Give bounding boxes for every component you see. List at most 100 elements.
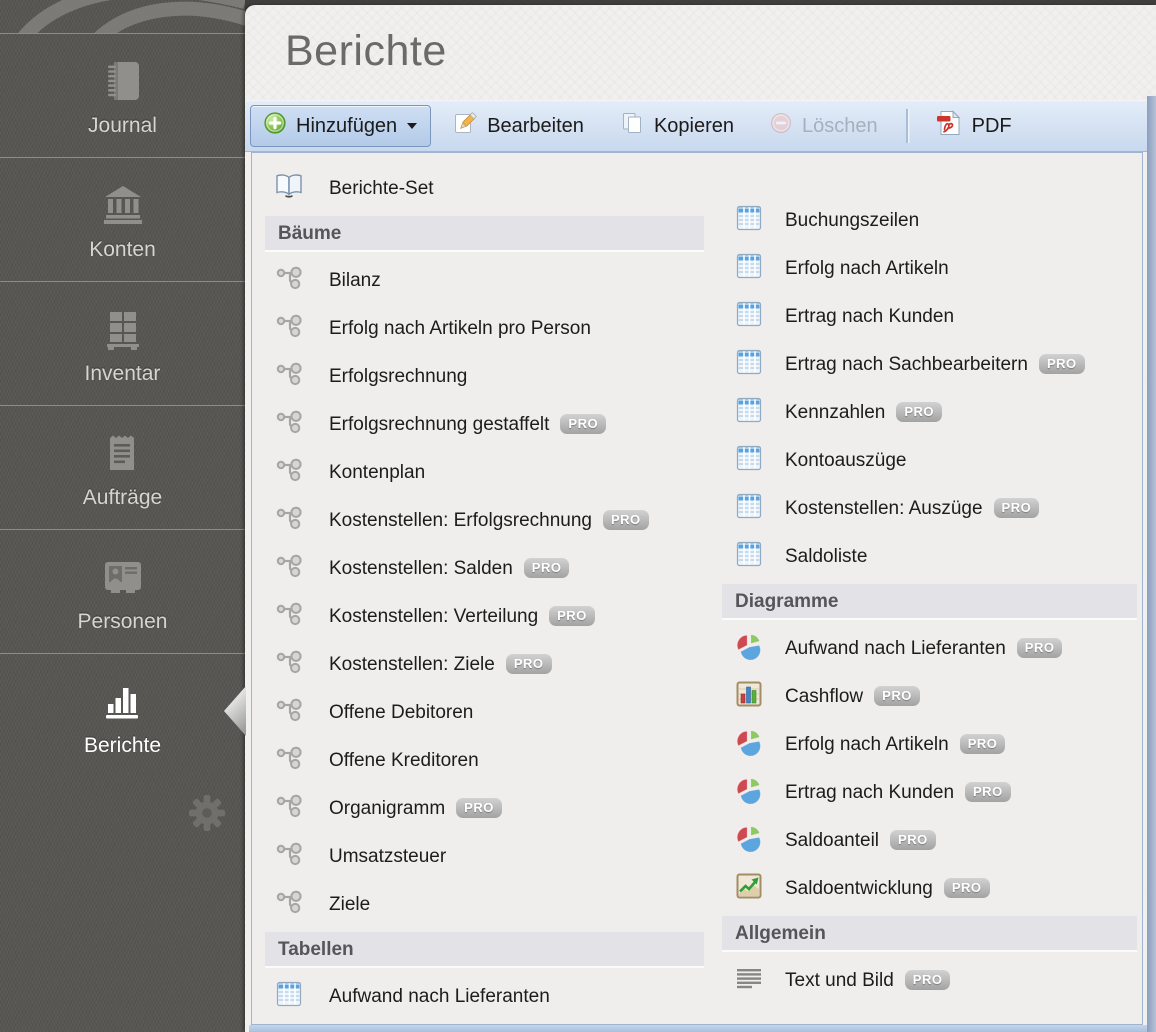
pro-badge: PRO bbox=[874, 686, 920, 706]
tree-icon bbox=[275, 265, 303, 297]
tree-icon bbox=[275, 649, 303, 681]
hinzufugen-button[interactable]: Hinzufügen bbox=[250, 105, 431, 147]
menu-column-right: Buchungszeilen Erfolg nach Artikeln Ertrag… bbox=[710, 153, 1142, 1024]
menu-item-cashflow[interactable]: CashflowPRO bbox=[710, 673, 1142, 721]
pdf-icon bbox=[936, 110, 962, 142]
menu-item-label: Ertrag nach Kunden bbox=[785, 782, 954, 804]
menu-item-text-und-bild[interactable]: Text und BildPRO bbox=[710, 957, 1142, 1005]
menu-item-berichte-set[interactable]: Berichte-Set bbox=[252, 165, 710, 213]
menu-item-offene-kreditoren[interactable]: Offene Kreditoren bbox=[252, 737, 710, 785]
sidebar-item-label: Journal bbox=[88, 114, 157, 138]
section-header-diagramme: Diagramme bbox=[722, 584, 1137, 620]
menu-item-ertrag-nach-kunden[interactable]: Ertrag nach Kunden PRO bbox=[710, 769, 1142, 817]
menu-item-ertrag-nach-sachbearbeitern[interactable]: Ertrag nach Sachbearbeitern PRO bbox=[710, 341, 1142, 389]
toolbar: Hinzufügen Bearbeiten Kopieren Löschen PDF bbox=[245, 100, 1156, 152]
tree-icon bbox=[275, 601, 303, 633]
menu-item-saldoliste[interactable]: Saldoliste bbox=[710, 533, 1142, 581]
sidebar-item-personen[interactable]: Personen bbox=[0, 529, 245, 653]
bearbeiten-button[interactable]: Bearbeiten bbox=[439, 105, 598, 147]
menu-item-kostenstellen-verteilung[interactable]: Kostenstellen: VerteilungPRO bbox=[252, 593, 710, 641]
pro-badge: PRO bbox=[965, 782, 1011, 802]
menu-item-label: Kostenstellen: Auszüge bbox=[785, 498, 983, 520]
menu-item-label: Kontoauszüge bbox=[785, 450, 907, 472]
book-icon bbox=[274, 173, 304, 205]
menu-item-label: Erfolg nach Artikeln bbox=[785, 258, 949, 280]
menu-item-offene-debitoren[interactable]: Offene Debitoren bbox=[252, 689, 710, 737]
window-right-border bbox=[1147, 96, 1156, 1032]
sidebar-item-konten[interactable]: Konten bbox=[0, 157, 245, 281]
menu-item-bilanz[interactable]: Bilanz bbox=[252, 257, 710, 305]
table-icon bbox=[736, 253, 762, 285]
pro-badge: PRO bbox=[960, 734, 1006, 754]
sidebar-item-auftrage[interactable]: Aufträge bbox=[0, 405, 245, 529]
menu-item-label: Saldoanteil bbox=[785, 830, 879, 852]
pie-icon bbox=[735, 632, 763, 666]
pro-badge: PRO bbox=[549, 606, 595, 626]
toolbar-button-label: Löschen bbox=[802, 115, 878, 138]
menu-item-kennzahlen[interactable]: KennzahlenPRO bbox=[710, 389, 1142, 437]
section-header-label: Tabellen bbox=[278, 939, 354, 960]
kopieren-button[interactable]: Kopieren bbox=[606, 105, 748, 147]
table-icon bbox=[736, 349, 762, 381]
toolbar-button-label: PDF bbox=[972, 115, 1012, 138]
pro-badge: PRO bbox=[890, 830, 936, 850]
pdf-button[interactable]: PDF bbox=[922, 105, 1026, 147]
menu-item-kostenstellen-ziele[interactable]: Kostenstellen: ZielePRO bbox=[252, 641, 710, 689]
settings-button[interactable] bbox=[187, 793, 227, 833]
tree-icon bbox=[275, 793, 303, 825]
sidebar-item-berichte[interactable]: Berichte bbox=[0, 653, 245, 777]
menu-item-label: Kontenplan bbox=[329, 462, 425, 484]
sidebar-item-label: Aufträge bbox=[83, 486, 162, 510]
pro-badge: PRO bbox=[524, 558, 570, 578]
sidebar-item-journal[interactable]: Journal bbox=[0, 33, 245, 157]
menu-item-label: Offene Kreditoren bbox=[329, 750, 479, 772]
menu-item-kostenstellen-erfolgsrechnung[interactable]: Kostenstellen: ErfolgsrechnungPRO bbox=[252, 497, 710, 545]
menu-item-kostenstellen-auszuge[interactable]: Kostenstellen: AuszügePRO bbox=[710, 485, 1142, 533]
menu-item-aufwand-nach-lieferanten[interactable]: Aufwand nach Lieferanten bbox=[252, 973, 710, 1021]
pro-badge: PRO bbox=[905, 970, 951, 990]
sidebar-item-inventar[interactable]: Inventar bbox=[0, 281, 245, 405]
menu-item-erfolgsrechnung[interactable]: Erfolgsrechnung bbox=[252, 353, 710, 401]
menu-item-erfolg-nach-artikeln[interactable]: Erfolg nach ArtikelnPRO bbox=[710, 721, 1142, 769]
menu-item-organigramm[interactable]: OrganigrammPRO bbox=[252, 785, 710, 833]
menu-item-saldoentwicklung[interactable]: Saldoentwicklung PRO bbox=[710, 865, 1142, 913]
orders-icon bbox=[100, 430, 146, 481]
main-window: Berichte HinzufügenBearbeitenKopierenLös… bbox=[245, 5, 1156, 1032]
menu-item-ertrag-nach-kunden[interactable]: Ertrag nach Kunden bbox=[710, 293, 1142, 341]
loschen-button[interactable]: Löschen bbox=[756, 105, 892, 147]
menu-item-label: Berichte-Set bbox=[329, 178, 434, 200]
menu-column-left: Berichte-SetBäumeBilanzErfolg nach Artik… bbox=[252, 153, 710, 1024]
pro-badge: PRO bbox=[1039, 354, 1085, 374]
menu-item-label: Saldoentwicklung bbox=[785, 878, 933, 900]
toolbar-button-label: Kopieren bbox=[654, 115, 734, 138]
menu-item-erfolgsrechnung-gestaffelt[interactable]: Erfolgsrechnung gestaffeltPRO bbox=[252, 401, 710, 449]
menu-item-label: Kostenstellen: Salden bbox=[329, 558, 513, 580]
menu-item-kontoauszuge[interactable]: Kontoauszüge bbox=[710, 437, 1142, 485]
menu-item-saldoanteil[interactable]: Saldoanteil PRO bbox=[710, 817, 1142, 865]
menu-item-aufwand-nach-lieferanten[interactable]: Aufwand nach LieferantenPRO bbox=[710, 625, 1142, 673]
menu-item-label: Ertrag nach Sachbearbeitern bbox=[785, 354, 1028, 376]
menu-item-umsatzsteuer[interactable]: Umsatzsteuer bbox=[252, 833, 710, 881]
add-icon bbox=[264, 112, 286, 140]
menu-item-erfolg-nach-artikeln-pro-person[interactable]: Erfolg nach Artikeln pro Person bbox=[252, 305, 710, 353]
pie-icon bbox=[735, 776, 763, 810]
tree-icon bbox=[275, 313, 303, 345]
pie-icon bbox=[735, 824, 763, 858]
menu-item-kontenplan[interactable]: Kontenplan bbox=[252, 449, 710, 497]
sidebar-item-label: Inventar bbox=[85, 362, 161, 386]
tree-icon bbox=[275, 361, 303, 393]
bank-icon bbox=[100, 182, 146, 233]
section-header-label: Diagramme bbox=[735, 591, 839, 612]
menu-item-ziele[interactable]: Ziele bbox=[252, 881, 710, 929]
menu-item-label: Umsatzsteuer bbox=[329, 846, 446, 868]
menu-item-buchungszeilen[interactable]: Buchungszeilen bbox=[710, 197, 1142, 245]
sidebar-item-label: Personen bbox=[78, 610, 168, 634]
menu-item-label: Erfolgsrechnung bbox=[329, 366, 467, 388]
menu-item-erfolg-nach-artikeln[interactable]: Erfolg nach Artikeln bbox=[710, 245, 1142, 293]
delete-icon bbox=[770, 112, 792, 140]
pro-badge: PRO bbox=[456, 798, 502, 818]
sidebar: Journal Konten Inventar Aufträge Personen Ber… bbox=[0, 0, 245, 1032]
toolbar-button-label: Hinzufügen bbox=[296, 115, 397, 138]
pro-badge: PRO bbox=[944, 878, 990, 898]
menu-item-kostenstellen-salden[interactable]: Kostenstellen: Salden PRO bbox=[252, 545, 710, 593]
